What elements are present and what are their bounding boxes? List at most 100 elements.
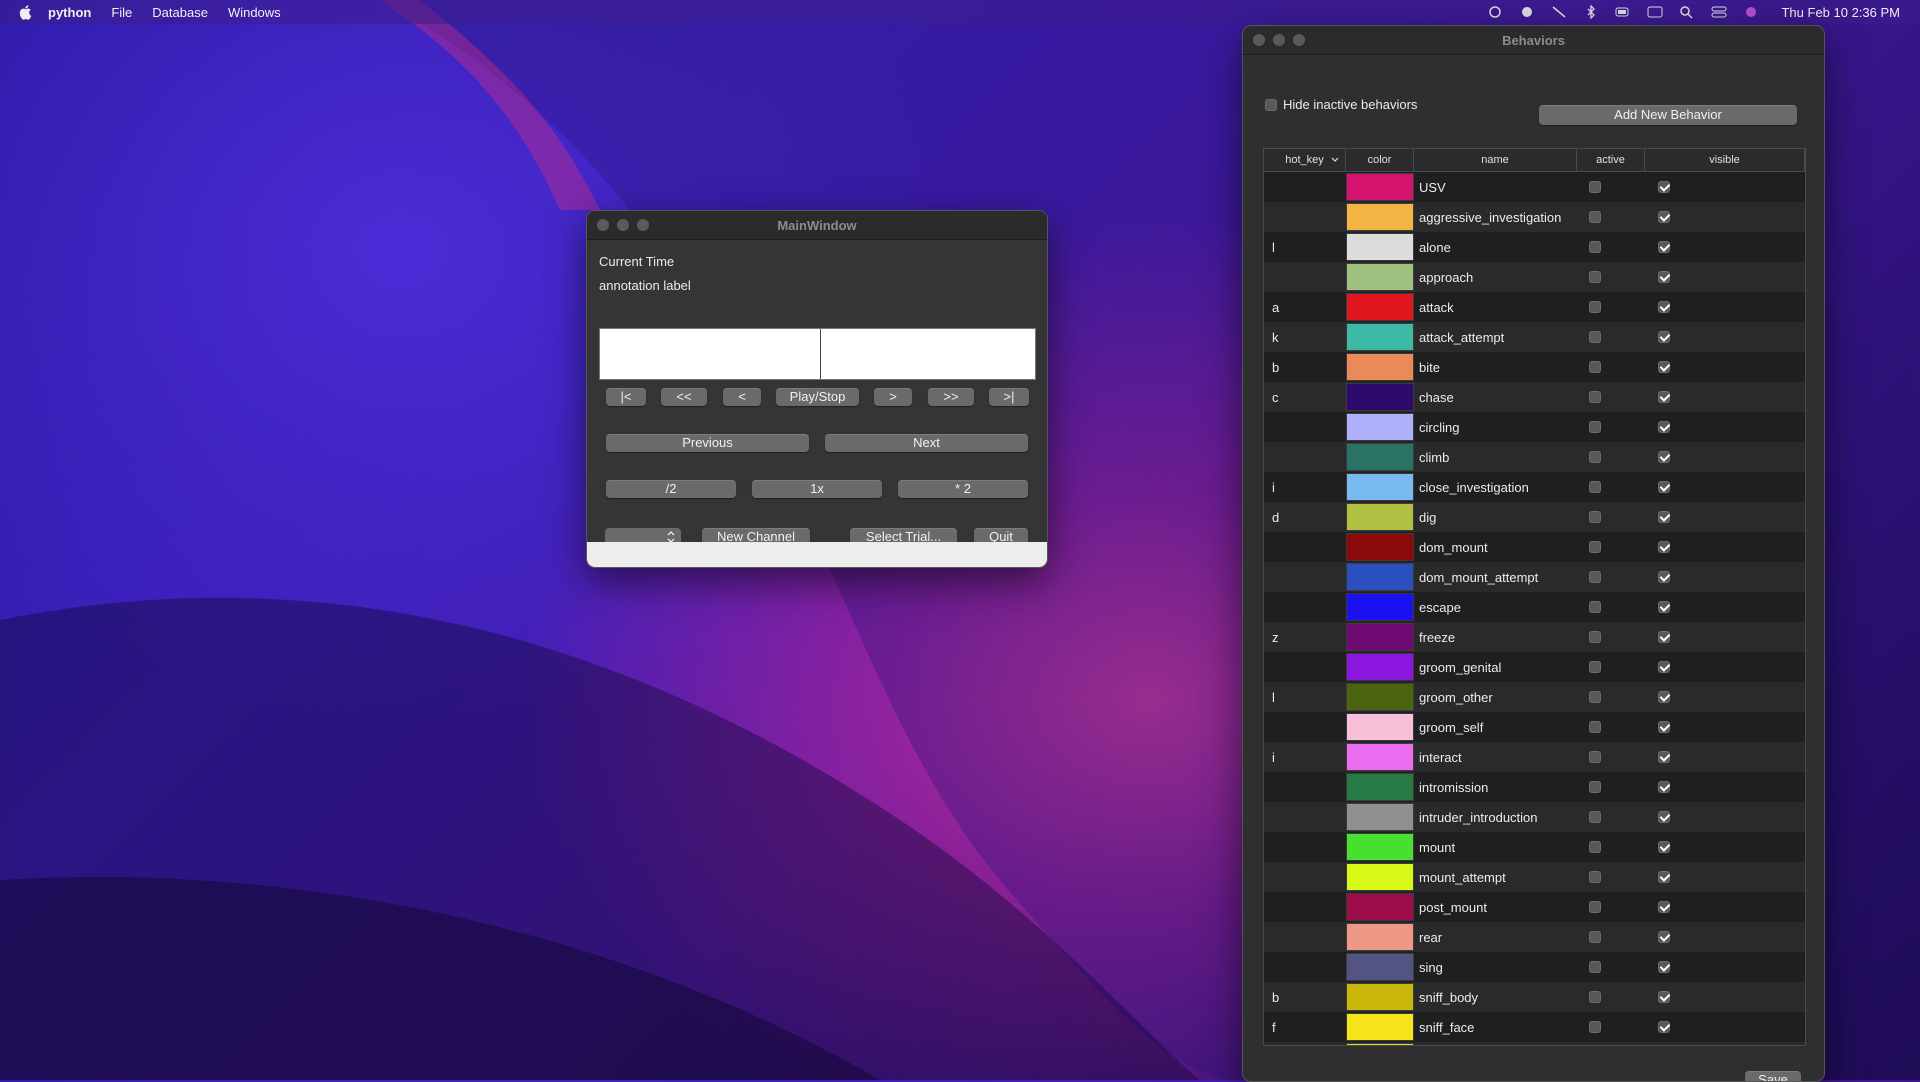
main-window-titlebar[interactable]: MainWindow xyxy=(587,211,1047,240)
cell-color-swatch[interactable] xyxy=(1346,743,1414,771)
table-row[interactable]: aggressive_investigation xyxy=(1264,202,1805,232)
visible-checkbox[interactable] xyxy=(1658,541,1670,553)
cell-name[interactable]: mount_attempt xyxy=(1414,870,1577,885)
visible-checkbox[interactable] xyxy=(1658,991,1670,1003)
cell-color-swatch[interactable] xyxy=(1346,503,1414,531)
step-forward-button[interactable]: > xyxy=(874,388,912,406)
rewind-button[interactable]: << xyxy=(661,388,707,406)
cell-name[interactable]: escape xyxy=(1414,600,1577,615)
behaviors-window-titlebar[interactable]: Behaviors xyxy=(1243,26,1824,55)
active-checkbox[interactable] xyxy=(1589,301,1601,313)
cell-name[interactable]: dig xyxy=(1414,510,1577,525)
cell-color-swatch[interactable] xyxy=(1346,353,1414,381)
cell-color-swatch[interactable] xyxy=(1346,443,1414,471)
battery-icon[interactable] xyxy=(1615,5,1631,19)
active-checkbox[interactable] xyxy=(1589,571,1601,583)
table-row[interactable]: z freeze xyxy=(1264,622,1805,652)
cell-name[interactable]: attack xyxy=(1414,300,1577,315)
add-new-behavior-button[interactable]: Add New Behavior xyxy=(1539,105,1797,125)
table-row[interactable]: c chase xyxy=(1264,382,1805,412)
visible-checkbox[interactable] xyxy=(1658,931,1670,943)
visible-checkbox[interactable] xyxy=(1658,511,1670,523)
cell-color-swatch[interactable] xyxy=(1346,923,1414,951)
jump-end-button[interactable]: >| xyxy=(989,388,1029,406)
table-row[interactable]: post_mount xyxy=(1264,892,1805,922)
active-checkbox[interactable] xyxy=(1589,931,1601,943)
column-header-color[interactable]: color xyxy=(1346,149,1414,171)
visible-checkbox[interactable] xyxy=(1658,451,1670,463)
visible-checkbox[interactable] xyxy=(1658,361,1670,373)
menu-app-name[interactable]: python xyxy=(48,5,91,20)
visible-checkbox[interactable] xyxy=(1658,721,1670,733)
cell-name[interactable]: close_investigation xyxy=(1414,480,1577,495)
menu-file[interactable]: File xyxy=(111,5,132,20)
column-header-name[interactable]: name xyxy=(1414,149,1577,171)
active-checkbox[interactable] xyxy=(1589,421,1601,433)
active-checkbox[interactable] xyxy=(1589,181,1601,193)
active-checkbox[interactable] xyxy=(1589,241,1601,253)
visible-checkbox[interactable] xyxy=(1658,871,1670,883)
trace-display[interactable] xyxy=(599,328,1036,380)
cell-color-swatch[interactable] xyxy=(1346,563,1414,591)
cell-color-swatch[interactable] xyxy=(1346,263,1414,291)
apple-icon[interactable] xyxy=(18,4,34,20)
active-checkbox[interactable] xyxy=(1589,541,1601,553)
cell-color-swatch[interactable] xyxy=(1346,293,1414,321)
table-row[interactable]: climb xyxy=(1264,442,1805,472)
visible-checkbox[interactable] xyxy=(1658,421,1670,433)
visible-checkbox[interactable] xyxy=(1658,181,1670,193)
visible-checkbox[interactable] xyxy=(1658,751,1670,763)
cell-hot-key[interactable]: b xyxy=(1264,990,1346,1005)
active-checkbox[interactable] xyxy=(1589,631,1601,643)
control-center-icon[interactable] xyxy=(1711,5,1727,19)
cell-color-swatch[interactable] xyxy=(1346,203,1414,231)
active-checkbox[interactable] xyxy=(1589,481,1601,493)
active-checkbox[interactable] xyxy=(1589,901,1601,913)
visible-checkbox[interactable] xyxy=(1658,631,1670,643)
table-row[interactable]: escape xyxy=(1264,592,1805,622)
visible-checkbox[interactable] xyxy=(1658,841,1670,853)
siri-icon[interactable] xyxy=(1743,5,1759,19)
active-checkbox[interactable] xyxy=(1589,871,1601,883)
cell-color-swatch[interactable] xyxy=(1346,593,1414,621)
cell-color-swatch[interactable] xyxy=(1346,383,1414,411)
cell-color-swatch[interactable] xyxy=(1346,983,1414,1011)
table-row[interactable]: d dig xyxy=(1264,502,1805,532)
cell-name[interactable]: alone xyxy=(1414,240,1577,255)
column-header-active[interactable]: active xyxy=(1577,149,1645,171)
active-checkbox[interactable] xyxy=(1589,961,1601,973)
cell-color-swatch[interactable] xyxy=(1346,863,1414,891)
table-row[interactable]: i interact xyxy=(1264,742,1805,772)
hide-inactive-checkbox[interactable]: Hide inactive behaviors xyxy=(1265,97,1417,112)
cell-color-swatch[interactable] xyxy=(1346,323,1414,351)
table-row[interactable]: sing xyxy=(1264,952,1805,982)
bluetooth-icon[interactable] xyxy=(1583,5,1599,19)
cell-name[interactable]: groom_other xyxy=(1414,690,1577,705)
half-speed-button[interactable]: /2 xyxy=(606,480,736,498)
active-checkbox[interactable] xyxy=(1589,1021,1601,1033)
column-header-hot-key[interactable]: hot_key xyxy=(1264,149,1346,171)
cell-name[interactable]: intromission xyxy=(1414,780,1577,795)
cell-name[interactable]: sing xyxy=(1414,960,1577,975)
cell-name[interactable]: circling xyxy=(1414,420,1577,435)
visible-checkbox[interactable] xyxy=(1658,331,1670,343)
table-row[interactable]: intromission xyxy=(1264,772,1805,802)
normal-speed-button[interactable]: 1x xyxy=(752,480,882,498)
active-checkbox[interactable] xyxy=(1589,211,1601,223)
visible-checkbox[interactable] xyxy=(1658,691,1670,703)
cell-color-swatch[interactable] xyxy=(1346,1043,1414,1045)
cell-name[interactable]: intruder_introduction xyxy=(1414,810,1577,825)
status-icon-2[interactable] xyxy=(1519,5,1535,19)
cell-hot-key[interactable]: b xyxy=(1264,360,1346,375)
visible-checkbox[interactable] xyxy=(1658,571,1670,583)
status-icon-1[interactable] xyxy=(1487,5,1503,19)
cell-name[interactable]: aggressive_investigation xyxy=(1414,210,1577,225)
status-icon-3[interactable] xyxy=(1551,5,1567,19)
table-row[interactable]: a attack xyxy=(1264,292,1805,322)
active-checkbox[interactable] xyxy=(1589,271,1601,283)
cell-hot-key[interactable]: i xyxy=(1264,750,1346,765)
visible-checkbox[interactable] xyxy=(1658,811,1670,823)
table-row[interactable]: l alone xyxy=(1264,232,1805,262)
cell-name[interactable]: climb xyxy=(1414,450,1577,465)
visible-checkbox[interactable] xyxy=(1658,271,1670,283)
